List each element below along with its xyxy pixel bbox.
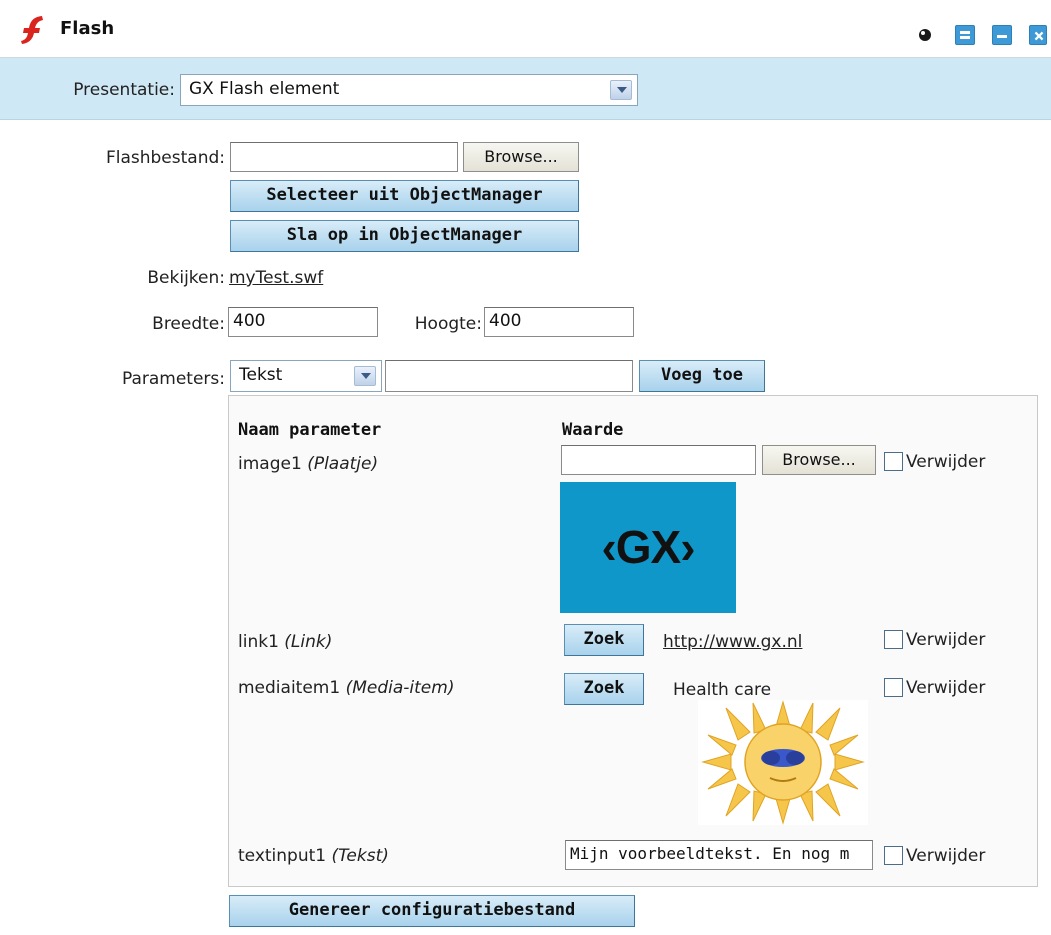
param-row-link1: link1 (Link) (238, 632, 332, 652)
presentation-selected: GX Flash element (189, 79, 340, 99)
column-header-name: Naam parameter (238, 420, 382, 440)
param-type: (Plaatje) (307, 454, 379, 474)
param-name: link1 (238, 632, 279, 652)
param-name: image1 (238, 454, 302, 474)
parameters-label: Parameters: (121, 369, 225, 389)
mediaitem1-remove-checkbox[interactable] (884, 678, 903, 697)
param-name: mediaitem1 (238, 678, 341, 698)
window-title: Flash (60, 18, 115, 39)
select-objectmanager-button[interactable]: Selecteer uit ObjectManager (230, 180, 579, 212)
image1-remove-label: Verwijder (906, 452, 986, 472)
height-label: Hoogte: (414, 314, 482, 334)
link1-search-button[interactable]: Zoek (564, 624, 644, 656)
link1-remove-checkbox[interactable] (884, 630, 903, 649)
parameter-name-input[interactable] (385, 360, 633, 392)
param-type: (Tekst) (331, 846, 389, 866)
link1-url[interactable]: http://www.gx.nl (663, 632, 802, 652)
height-input[interactable]: 400 (484, 307, 634, 337)
minimize-icon[interactable] (992, 25, 1012, 45)
preview-link[interactable]: myTest.swf (229, 268, 323, 288)
generate-config-button[interactable]: Genereer configuratiebestand (229, 895, 635, 927)
textinput1-remove-label: Verwijder (906, 846, 986, 866)
textinput1-remove-checkbox[interactable] (884, 846, 903, 865)
flashfile-label: Flashbestand: (105, 148, 225, 168)
image1-file-input[interactable] (561, 445, 756, 475)
preview-label: Bekijken: (147, 268, 225, 288)
width-input[interactable]: 400 (228, 307, 378, 337)
param-row-textinput1: textinput1 (Tekst) (238, 846, 389, 866)
link1-remove-label: Verwijder (906, 630, 986, 650)
sun-image (698, 700, 868, 825)
param-type: (Link) (284, 632, 333, 652)
column-header-value: Waarde (562, 420, 624, 440)
gx-logo-image: ‹GX› (560, 482, 736, 613)
window-titlebar (0, 0, 1051, 58)
param-name: textinput1 (238, 846, 327, 866)
circle-icon[interactable] (915, 25, 935, 45)
add-parameter-button[interactable]: Voeg toe (639, 360, 765, 392)
param-type: (Media-item) (345, 678, 455, 698)
image1-remove-checkbox[interactable] (884, 452, 903, 471)
chevron-down-icon (610, 80, 632, 100)
maximize-icon[interactable] (955, 25, 975, 45)
width-label: Breedte: (152, 314, 225, 334)
close-icon[interactable] (1029, 25, 1047, 45)
param-row-mediaitem1: mediaitem1 (Media-item) (238, 678, 454, 698)
presentation-label: Presentatie: (73, 80, 175, 100)
chevron-down-icon (354, 366, 376, 386)
mediaitem1-remove-label: Verwijder (906, 678, 986, 698)
flashfile-browse-button[interactable]: Browse... (463, 142, 579, 172)
parameter-type-selected: Tekst (239, 365, 283, 385)
save-objectmanager-button[interactable]: Sla op in ObjectManager (230, 220, 579, 252)
parameter-type-select[interactable]: Tekst (230, 360, 382, 392)
mediaitem1-title: Health care (673, 680, 772, 700)
presentation-select[interactable]: GX Flash element (180, 74, 638, 106)
flash-logo-icon (21, 16, 43, 44)
image1-browse-button[interactable]: Browse... (762, 445, 876, 475)
textinput1-field[interactable]: Mijn voorbeeldtekst. En nog m (565, 840, 873, 870)
flashfile-input[interactable] (230, 142, 458, 172)
mediaitem1-search-button[interactable]: Zoek (564, 673, 644, 705)
param-row-image1: image1 (Plaatje) (238, 454, 378, 474)
